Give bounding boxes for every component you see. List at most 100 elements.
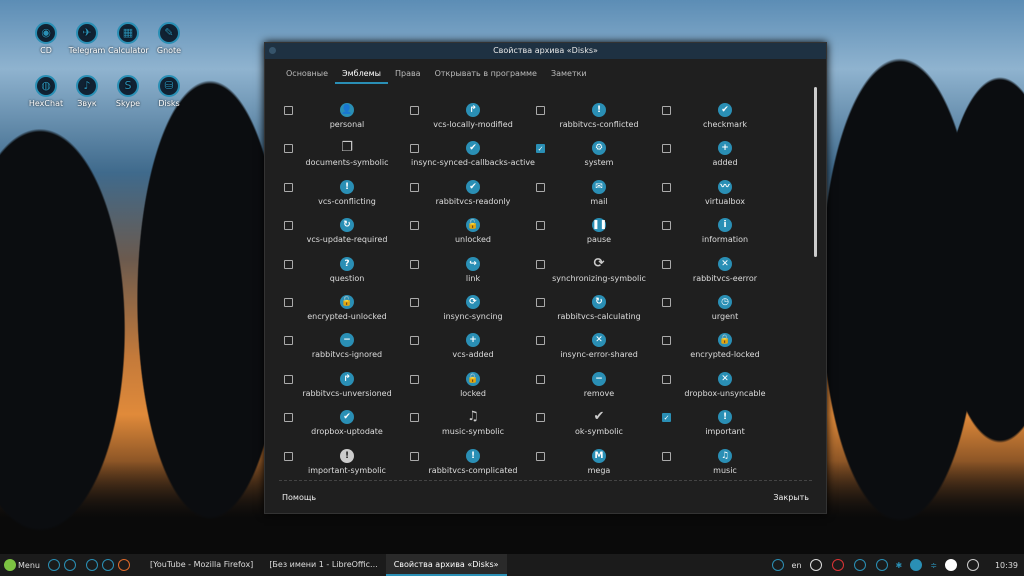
emblem-checkbox[interactable] [662, 144, 671, 154]
emblem-item: 🔒 encrypted-locked [648, 331, 774, 369]
important-symbolic-icon: ! [340, 448, 354, 463]
insync-syncing-icon: ⟳ [466, 295, 480, 309]
emblem-checkbox[interactable] [284, 374, 293, 384]
clock[interactable]: 10:39 [995, 561, 1018, 570]
desktop-icon-звук[interactable]: ♪ Звук [67, 75, 107, 108]
scrollbar[interactable] [814, 87, 817, 257]
bluetooth-icon[interactable]: ✱ [896, 561, 903, 570]
tab-2[interactable]: Права [388, 69, 428, 84]
tab-1[interactable]: Эмблемы [335, 69, 388, 84]
app-icon: ✎ [158, 22, 180, 44]
window-menu-icon[interactable] [269, 47, 276, 54]
network-icon[interactable]: ≑ [930, 561, 937, 570]
emblem-item: ✔ insync-synced-callbacks-active [396, 139, 535, 177]
emblem-checkbox[interactable] [662, 106, 671, 115]
desktop-icon-cd[interactable]: ◉ CD [26, 22, 66, 55]
emblem-checkbox[interactable] [662, 182, 671, 192]
volume-icon[interactable] [853, 559, 866, 571]
emblem-label: important [705, 427, 745, 437]
close-button[interactable]: Закрыть [773, 493, 809, 502]
taskbar-task[interactable]: Свойства архива «Disks» [385, 554, 507, 576]
files-icon[interactable] [63, 559, 76, 571]
emblem-checkbox[interactable] [284, 336, 293, 346]
emblem-checkbox[interactable] [536, 413, 545, 423]
emblem-checkbox[interactable] [662, 374, 671, 384]
emblem-checkbox[interactable] [410, 221, 419, 231]
checkmark-icon: ✔ [718, 103, 732, 117]
tab-3[interactable]: Открывать в программе [428, 69, 544, 84]
emblem-checkbox[interactable] [410, 144, 419, 154]
emblem-checkbox[interactable] [410, 336, 419, 346]
emblem-checkbox[interactable] [284, 451, 293, 461]
skype-tray-icon[interactable] [944, 559, 957, 571]
emblem-checkbox[interactable] [536, 106, 545, 115]
tab-4[interactable]: Заметки [544, 69, 594, 84]
emblem-checkbox[interactable] [410, 182, 419, 192]
accessibility-icon[interactable] [771, 559, 784, 571]
emblem-checkbox[interactable] [662, 451, 671, 461]
emblem-checkbox[interactable]: ✓ [536, 144, 545, 154]
desktop-icon-calculator[interactable]: ▦ Calculator [108, 22, 149, 55]
synchronizing-symbolic-icon: ⟳ [593, 255, 605, 271]
emblem-checkbox[interactable] [410, 106, 419, 115]
emblem-checkbox[interactable] [284, 259, 293, 269]
desktop-icon-gnote[interactable]: ✎ Gnote [149, 22, 189, 55]
emblem-checkbox[interactable] [536, 259, 545, 269]
terminal-icon[interactable] [101, 559, 114, 571]
emblem-checkbox[interactable] [284, 298, 293, 307]
rabbitvcs-readonly-icon: ✔ [466, 179, 480, 194]
desktop-icon-telegram[interactable]: ✈ Telegram [67, 22, 107, 55]
emblem-checkbox[interactable] [662, 221, 671, 231]
tab-0[interactable]: Основные [279, 69, 335, 84]
desktop-icon-label: Disks [158, 99, 180, 108]
keyboard-layout[interactable]: en [792, 561, 802, 570]
opera-icon[interactable] [831, 559, 844, 571]
emblem-checkbox[interactable] [536, 374, 545, 384]
emblem-checkbox[interactable] [410, 298, 419, 307]
emblem-checkbox[interactable] [284, 413, 293, 423]
emblem-checkbox[interactable]: ✓ [662, 413, 671, 423]
desktop-icon-disks[interactable]: ⛁ Disks [149, 75, 189, 108]
emblem-checkbox[interactable] [410, 259, 419, 269]
alert-icon[interactable] [809, 559, 822, 571]
mint-menu-icon[interactable] [4, 559, 16, 571]
emblem-checkbox[interactable] [662, 298, 671, 307]
dialog-titlebar[interactable]: Свойства архива «Disks» [265, 43, 826, 59]
emblem-checkbox[interactable] [662, 336, 671, 346]
emblem-checkbox[interactable] [536, 182, 545, 192]
tray-app-icon[interactable] [966, 559, 979, 571]
emblem-checkbox[interactable] [536, 298, 545, 307]
emblem-checkbox[interactable] [536, 336, 545, 346]
emblem-checkbox[interactable] [410, 413, 419, 423]
emblem-item: ↻ vcs-update-required [270, 216, 396, 254]
desktop-icon-hexchat[interactable]: ◍ HexChat [26, 75, 66, 108]
emblem-label: added [712, 158, 738, 168]
emblem-checkbox[interactable] [536, 451, 545, 461]
emblem-item: ✔ dropbox-uptodate [270, 408, 396, 446]
emblem-checkbox[interactable] [410, 374, 419, 384]
emblem-checkbox[interactable] [410, 451, 419, 461]
emblem-item: ? question [270, 255, 396, 293]
taskbar-task[interactable]: [Без имени 1 - LibreOffic... [261, 554, 385, 576]
vcs-update-required-icon: ↻ [340, 218, 354, 233]
dropbox-uptodate-icon: ✔ [340, 410, 354, 425]
calculator-launcher-icon[interactable] [85, 559, 98, 571]
taskbar-task[interactable]: [YouTube - Mozilla Firefox] [142, 554, 261, 576]
help-button[interactable]: Помощь [282, 493, 316, 502]
desktop-icon-skype[interactable]: S Skype [108, 75, 148, 108]
emblem-checkbox[interactable] [284, 106, 293, 115]
firefox-icon[interactable] [117, 559, 130, 571]
emblem-checkbox[interactable] [536, 221, 545, 231]
emblem-item: + added [648, 139, 774, 177]
emblem-checkbox[interactable] [662, 259, 671, 269]
documents-symbolic-icon: ❐ [341, 140, 353, 156]
show-desktop-icon[interactable] [47, 559, 60, 571]
update-icon[interactable] [875, 559, 888, 571]
divider [279, 480, 812, 481]
dropbox-unsyncable-icon: ✕ [718, 371, 732, 386]
emblem-checkbox[interactable] [284, 144, 293, 154]
emblem-checkbox[interactable] [284, 182, 293, 192]
menu-button[interactable]: Menu [18, 561, 40, 570]
info-icon[interactable] [910, 559, 923, 571]
emblem-checkbox[interactable] [284, 221, 293, 231]
